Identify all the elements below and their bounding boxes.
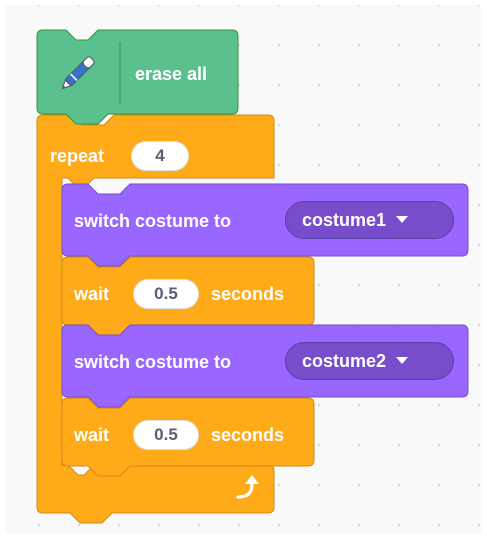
- costume-dropdown-1-value: costume1: [302, 210, 387, 230]
- dropdown-caret-icon: [396, 215, 409, 223]
- repeat-label: repeat: [50, 146, 105, 166]
- wait-seconds-input-2[interactable]: 0.5: [133, 420, 199, 450]
- dropdown-caret-icon: [396, 356, 409, 364]
- costume-dropdown-2-value: costume2: [302, 351, 387, 371]
- switch-costume-label-2: switch costume to: [74, 352, 232, 372]
- script-stack: [36, 29, 469, 524]
- seconds-label-2: seconds: [211, 425, 285, 445]
- seconds-label-1: seconds: [211, 284, 285, 304]
- wait-seconds-input-1[interactable]: 0.5: [133, 279, 199, 309]
- erase-all-label: erase all: [135, 64, 208, 84]
- switch-costume-label-1: switch costume to: [74, 211, 232, 231]
- wait-label-1: wait: [74, 284, 110, 304]
- repeat-count-input[interactable]: 4: [131, 141, 189, 171]
- wait-label-2: wait: [74, 425, 110, 445]
- costume-dropdown-2[interactable]: costume2: [285, 342, 454, 380]
- costume-dropdown-1[interactable]: costume1: [285, 201, 454, 239]
